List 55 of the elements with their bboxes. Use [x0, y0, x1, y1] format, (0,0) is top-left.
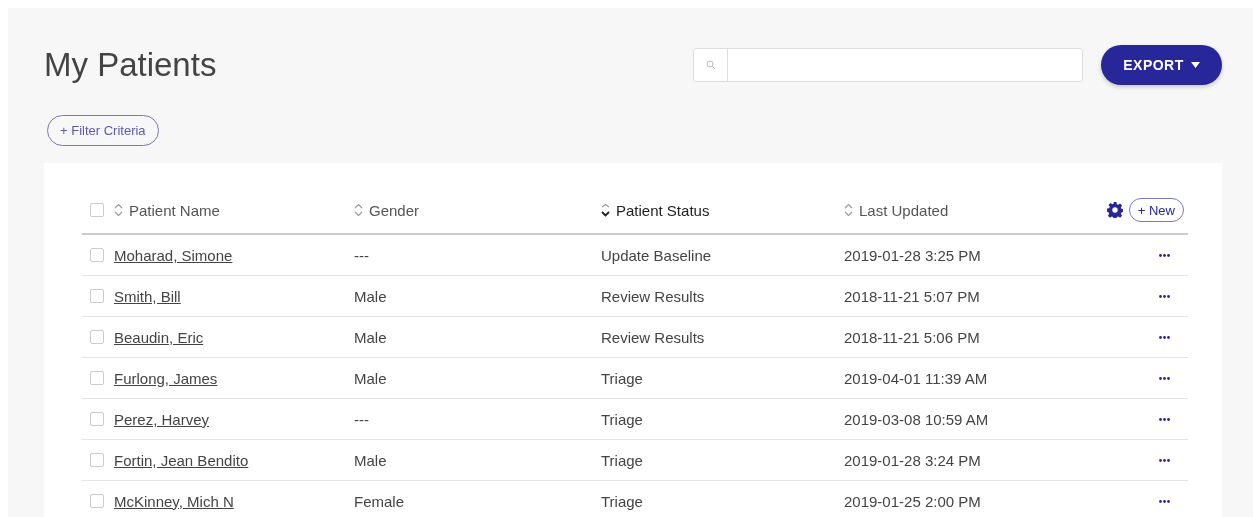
table-cell: Male	[354, 451, 387, 469]
patient-name-link[interactable]: Furlong, James	[114, 369, 218, 387]
row-checkbox[interactable]	[90, 494, 104, 508]
row-checkbox[interactable]	[90, 248, 104, 262]
patient-name-link[interactable]: McKinney, Mich N	[114, 492, 234, 510]
patient-name-link[interactable]: Fortin, Jean Bendito	[114, 451, 249, 469]
search-icon	[705, 60, 716, 70]
table-cell: 2018-11-21 5:07 PM	[844, 287, 980, 305]
table-cell: 2019-04-01 11:39 AM	[844, 369, 988, 387]
table-cell: Triage	[601, 369, 643, 387]
column-header[interactable]: Last Updated	[844, 201, 1084, 219]
row-checkbox[interactable]	[90, 330, 104, 344]
table-cell: ---	[354, 410, 369, 428]
row-checkbox[interactable]	[90, 412, 104, 426]
patient-name-link[interactable]: Moharad, Simone	[114, 246, 233, 264]
row-checkbox[interactable]	[90, 289, 104, 303]
table-cell: 2019-01-28 3:24 PM	[844, 451, 981, 469]
table-cell: 2019-01-25 2:00 PM	[844, 492, 981, 510]
table-cell: Update Baseline	[601, 246, 712, 264]
row-checkbox[interactable]	[90, 453, 104, 467]
table-cell: Triage	[601, 492, 643, 510]
more-icon[interactable]	[1159, 458, 1170, 462]
table-cell: Male	[354, 287, 387, 305]
patient-name-link[interactable]: Smith, Bill	[114, 287, 181, 305]
settings-icon[interactable]	[1106, 202, 1123, 218]
patient-name-link[interactable]: Beaudin, Eric	[114, 328, 204, 346]
column-header[interactable]: Gender	[354, 201, 601, 219]
table-cell: 2019-01-28 3:25 PM	[844, 246, 981, 264]
more-icon[interactable]	[1159, 253, 1170, 257]
table-cell: 2018-11-21 5:06 PM	[844, 328, 980, 346]
more-icon[interactable]	[1159, 294, 1170, 298]
table-cell: Female	[354, 492, 405, 510]
page-title: My Patients	[44, 46, 218, 84]
table-cell: Review Results	[601, 287, 705, 305]
table-cell: Triage	[601, 410, 643, 428]
table-cell: Male	[354, 369, 387, 387]
new-button[interactable]: + New	[1128, 198, 1184, 222]
more-icon[interactable]	[1159, 376, 1170, 380]
table-cell: Triage	[601, 451, 643, 469]
column-header[interactable]: Patient Status	[601, 201, 844, 219]
export-button[interactable]: EXPORT	[1101, 45, 1222, 85]
sort-icon[interactable]	[601, 203, 610, 217]
table-cell: 2019-03-08 10:59 AM	[844, 410, 989, 428]
select-all-checkbox[interactable]	[90, 203, 104, 217]
row-checkbox[interactable]	[90, 371, 104, 385]
table-cell: ---	[354, 246, 369, 264]
more-icon[interactable]	[1159, 499, 1170, 503]
search-field[interactable]	[693, 48, 1083, 82]
patient-name-link[interactable]: Perez, Harvey	[114, 410, 210, 428]
column-header[interactable]: Patient Name	[114, 201, 354, 219]
caret-icon	[1190, 62, 1200, 68]
table-cell: Male	[354, 328, 387, 346]
more-icon[interactable]	[1159, 417, 1170, 421]
more-icon[interactable]	[1159, 335, 1170, 339]
table-cell: Review Results	[601, 328, 705, 346]
